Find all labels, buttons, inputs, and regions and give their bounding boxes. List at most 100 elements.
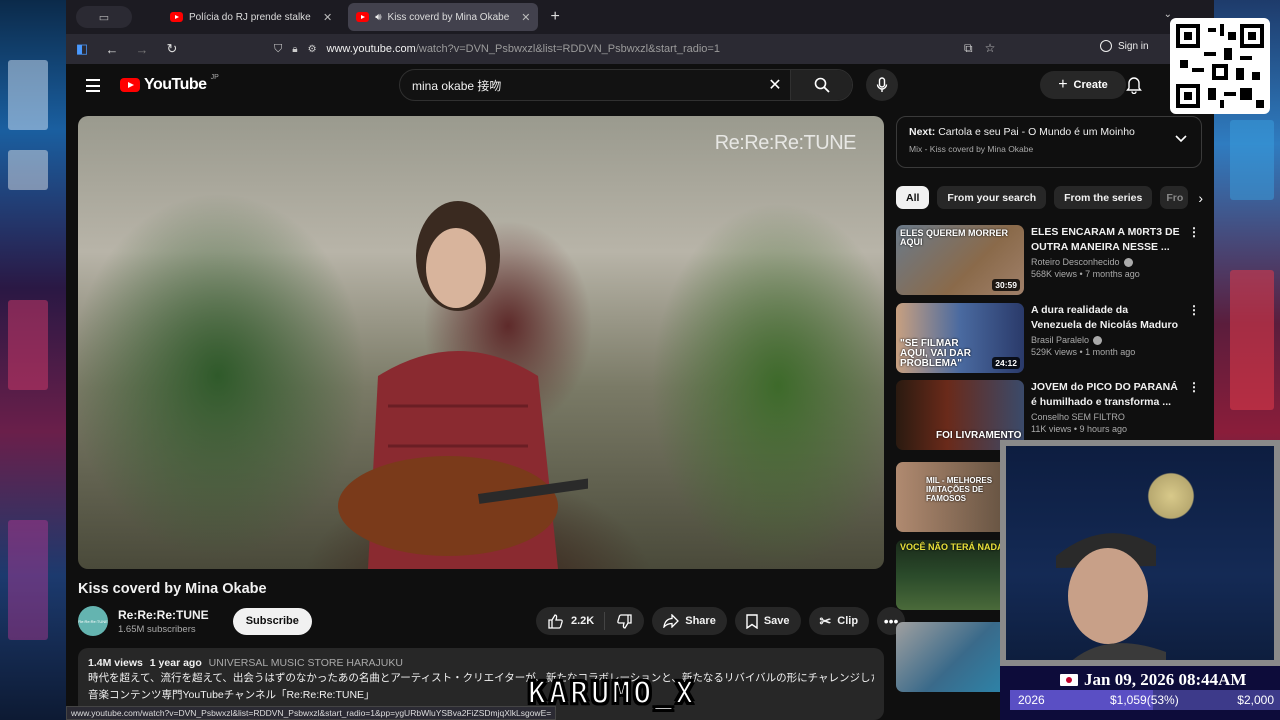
upload-age: 1 year ago: [149, 657, 202, 669]
share-label: Share: [685, 615, 716, 627]
video-player[interactable]: Re:Re:Re:TUNE: [78, 116, 884, 569]
youtube-favicon-icon: [170, 12, 183, 22]
dislike-button[interactable]: [605, 613, 644, 629]
stream-datetime: Jan 09, 2026 08:44AM: [1084, 670, 1247, 689]
save-button[interactable]: Save: [734, 607, 801, 635]
video-frame-singer: [338, 201, 588, 569]
sidebar-toggle-icon[interactable]: ◧: [74, 41, 90, 57]
up-next-mix: Mix - Kiss coverd by Mina Okabe: [909, 144, 1034, 154]
logo-region: JP: [210, 73, 219, 81]
bookmark-star-icon[interactable]: ☆: [985, 41, 996, 56]
new-tab-button[interactable]: +: [550, 8, 559, 26]
recommended-title[interactable]: JOVEM do PICO DO PARANÁ é humilhado e tr…: [1031, 380, 1181, 410]
url-text[interactable]: www.youtube.com/watch?v=DVN_Psbwxzl&list…: [327, 43, 720, 55]
close-tab-icon[interactable]: ✕: [521, 11, 530, 24]
scissors-icon: ✂︎: [819, 612, 832, 629]
channel-name: Roteiro Desconhecido: [1031, 257, 1120, 267]
create-button[interactable]: + Create: [1040, 71, 1126, 99]
account-icon: [1100, 40, 1112, 52]
video-thumbnail[interactable]: "SE FILMAR AQUI, VAI DAR PROBLEMA" 24:12: [896, 303, 1024, 373]
clear-search-icon[interactable]: ✕: [760, 75, 790, 95]
video-title: Kiss coverd by Mina Okabe: [78, 581, 267, 597]
logo-text: YouTube: [144, 76, 207, 93]
video-duration: 24:12: [992, 357, 1020, 369]
youtube-logo[interactable]: YouTube JP: [120, 73, 219, 94]
forward-button[interactable]: →: [134, 42, 150, 57]
tab-title: Polícia do RJ prende stalker da: [189, 11, 311, 23]
description-line: 時代を超えて、流行を超えて、出会うはずのなかったあの名曲とアーティスト・クリエイ…: [88, 672, 874, 684]
search-input[interactable]: mina okabe 接吻: [400, 77, 760, 94]
verified-icon: [1123, 257, 1133, 267]
chip-from-your-search[interactable]: From your search: [937, 186, 1047, 209]
thumbnail-caption: MIL - MELHORES IMITAÇÕES DE FAMOSOS: [926, 476, 993, 503]
more-vertical-icon[interactable]: ⋮: [1188, 225, 1200, 295]
recommended-channel[interactable]: Conselho SEM FILTRO: [1031, 412, 1181, 422]
channel-avatar[interactable]: Re:Re:Re:TUNE: [78, 606, 108, 636]
video-label[interactable]: UNIVERSAL MUSIC STORE HARAJUKU: [209, 657, 403, 669]
thumbs-up-icon: [548, 613, 563, 629]
subscribe-button[interactable]: Subscribe: [232, 607, 312, 635]
up-next-song: Cartola e seu Pai - O Mundo é um Moinho: [938, 126, 1135, 138]
chip-truncated[interactable]: Fro: [1160, 186, 1189, 209]
recommended-channel[interactable]: Roteiro Desconhecido: [1031, 257, 1181, 267]
stream-left-border: [0, 0, 66, 720]
webcam-overlay: [1000, 440, 1280, 666]
shield-icon[interactable]: ⛉: [274, 43, 282, 56]
plus-icon: +: [1058, 76, 1068, 93]
subscriber-count: 1.65M subscribers: [118, 623, 196, 635]
recommended-video[interactable]: ELES QUEREM MORRER AQUI 30:59 ELES ENCAR…: [896, 225, 1202, 295]
reload-button[interactable]: ↻: [164, 41, 180, 57]
back-button[interactable]: ←: [104, 42, 120, 57]
voice-search-button[interactable]: [866, 69, 898, 101]
close-tab-icon[interactable]: ✕: [323, 11, 332, 24]
lock-icon[interactable]: 🔒︎: [292, 44, 297, 55]
goal-year: 2026: [1018, 693, 1045, 707]
list-tabs-chevron-icon[interactable]: ⌄: [1164, 9, 1172, 20]
thumbnail-caption: FOI LIVRAMENTO: [936, 430, 1022, 441]
recommended-channel[interactable]: Brasil Paralelo: [1031, 335, 1181, 345]
up-next-panel[interactable]: Next: Cartola e seu Pai - O Mundo é um M…: [896, 116, 1202, 168]
filter-chips: All From your search From the series Fro…: [896, 186, 1203, 209]
verified-icon: [1093, 335, 1103, 345]
speaker-icon[interactable]: 🔊︎: [375, 12, 381, 23]
nav-bar: ◧ ← → ↻ ⛉ 🔒︎ ⚙ www.youtube.com/watch?v=D…: [66, 34, 1214, 64]
thumbnail-caption: ELES QUEREM MORRER AQUI: [900, 228, 1009, 247]
chevron-down-icon[interactable]: [1175, 135, 1187, 143]
picture-icon[interactable]: ⧉: [964, 41, 973, 56]
search-icon: [814, 77, 830, 93]
like-button[interactable]: 2.2K: [536, 612, 606, 630]
chevron-right-icon[interactable]: ›: [1198, 190, 1203, 206]
search-button[interactable]: [790, 70, 852, 100]
sign-in-button[interactable]: Sign in: [1100, 40, 1149, 52]
recommended-title[interactable]: A dura realidade da Venezuela de Nicolás…: [1031, 303, 1181, 333]
up-next-title: Next: Cartola e seu Pai - O Mundo é um M…: [909, 126, 1189, 138]
tab-title: Kiss coverd by Mina Okabe: [387, 11, 510, 23]
chip-all[interactable]: All: [896, 186, 930, 209]
permissions-icon[interactable]: ⚙: [308, 44, 317, 55]
thumbs-down-icon: [617, 613, 632, 629]
more-vertical-icon[interactable]: ⋮: [1188, 303, 1200, 373]
japan-flag-icon: [1060, 674, 1078, 686]
share-button[interactable]: Share: [652, 607, 727, 635]
tab-policia[interactable]: Polícia do RJ prende stalker da ✕: [162, 3, 340, 31]
video-duration: 30:59: [992, 279, 1020, 291]
save-label: Save: [763, 615, 790, 627]
notifications-button[interactable]: [1126, 76, 1142, 99]
recommended-video[interactable]: "SE FILMAR AQUI, VAI DAR PROBLEMA" 24:12…: [896, 303, 1202, 373]
tab-kiss[interactable]: 🔊︎ Kiss coverd by Mina Okabe ✕: [348, 3, 539, 31]
channel-name: Brasil Paralelo: [1031, 335, 1090, 345]
menu-icon[interactable]: [86, 79, 100, 96]
url-host: www.youtube.com: [326, 43, 416, 55]
chip-from-the-series[interactable]: From the series: [1054, 186, 1153, 209]
thumbnail-caption: VOCÊ NÃO TERÁ NADA: [900, 542, 1004, 552]
video-actions: 2.2K Share Save ✂︎ Clip •••: [536, 607, 906, 635]
tab-overview-button[interactable]: ▭: [76, 6, 132, 28]
clip-button[interactable]: ✂︎ Clip: [808, 607, 870, 635]
channel-name[interactable]: Re:Re:Re:TUNE: [118, 608, 209, 622]
address-bar[interactable]: ⛉ 🔒︎ ⚙ www.youtube.com/watch?v=DVN_Psbwx…: [264, 37, 994, 61]
like-dislike-group: 2.2K: [536, 607, 645, 635]
video-thumbnail[interactable]: ELES QUEREM MORRER AQUI 30:59: [896, 225, 1024, 295]
search-box[interactable]: mina okabe 接吻 ✕: [399, 69, 853, 101]
recommended-title[interactable]: ELES ENCARAM A M0RT3 DE OUTRA MANEIRA NE…: [1031, 225, 1181, 255]
recommended-meta: 11K views • 9 hours ago: [1031, 424, 1128, 434]
